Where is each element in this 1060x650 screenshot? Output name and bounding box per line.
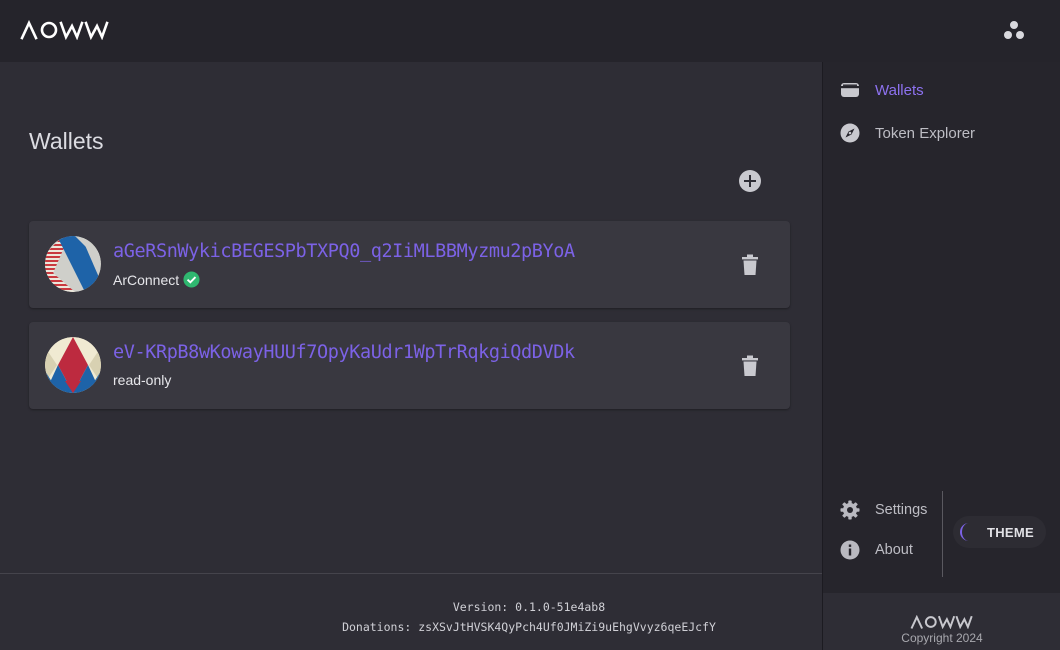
wallet-type: read-only [113,372,171,388]
sidebar-item-about[interactable]: About [840,538,913,562]
add-wallet-button[interactable] [739,170,761,192]
footer-logo [910,615,973,629]
sidebar-item-label: Token Explorer [875,124,976,142]
wallet-card[interactable]: eV-KRpB8wKowayHUUf7OpyKaUdr1WpTrRqkgiQdD… [29,322,790,409]
wallet-icon [841,83,859,97]
wallet-card[interactable]: aGeRSnWykicBEGESPbTXPQ0_q2IiMLBBMyzmu2pB… [29,221,790,308]
sidebar-divider [942,491,943,577]
top-bar [0,0,1060,62]
wallet-address[interactable]: eV-KRpB8wKowayHUUf7OpyKaUdr1WpTrRqkgiQdD… [113,342,575,363]
delete-wallet-button[interactable] [740,355,760,377]
theme-label: THEME [987,524,1034,540]
wallet-avatar [45,236,101,292]
wallet-type: ArConnect [113,271,200,288]
sidebar-footer: Copyright 2024 [822,593,1060,650]
sidebar-item-token-explorer[interactable]: Token Explorer [840,121,975,145]
wallet-type-label: read-only [113,372,172,388]
sidebar-item-wallets[interactable]: Wallets [840,78,924,102]
main-content: Wallets aGeRSnWykicBEGESPbTXPQ0_q2IiMLBB… [0,62,822,573]
sidebar-item-label: About [875,542,913,558]
trash-icon [742,355,758,376]
info-icon [840,540,860,560]
delete-wallet-button[interactable] [740,254,760,276]
copyright-text: Copyright 2024 [901,631,983,645]
sidebar-item-label: Settings [875,502,928,518]
gear-icon [840,500,860,520]
sidebar-item-label: Wallets [875,81,924,99]
check-circle-icon [183,271,200,288]
wallet-avatar [45,337,101,393]
sidebar-item-settings[interactable]: Settings [840,498,927,522]
wallet-address[interactable]: aGeRSnWykicBEGESPbTXPQ0_q2IiMLBBMyzmu2pB… [113,241,575,262]
sidebar: Wallets Token Explorer Settings About TH… [822,62,1060,593]
trash-icon [742,254,758,275]
moon-icon [960,523,969,541]
page-title: Wallets [29,128,104,154]
footer: Version: 0.1.0-51e4ab8 Donations: zsXSvJ… [0,573,822,650]
compass-icon [840,123,860,143]
account-dots-icon[interactable] [1001,18,1027,44]
theme-toggle-button[interactable]: THEME [953,516,1046,548]
wallet-type-label: ArConnect [113,271,180,288]
app-logo[interactable] [20,20,110,40]
